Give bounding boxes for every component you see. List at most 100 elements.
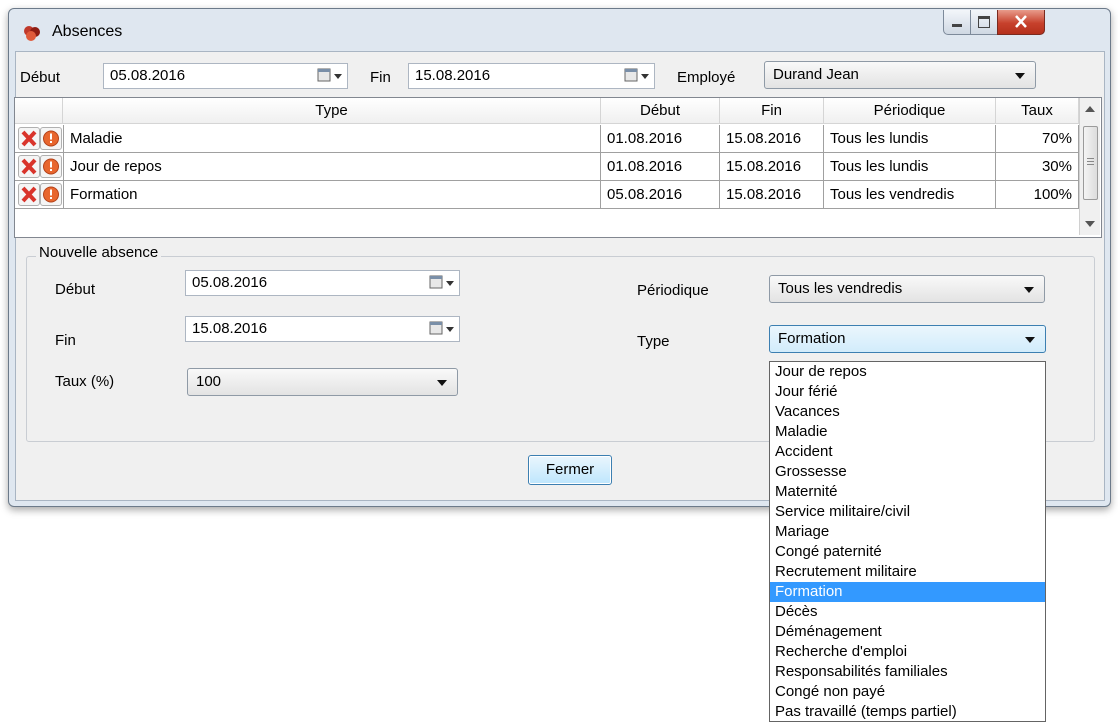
type-label: Type [637, 333, 670, 350]
dropdown-option[interactable]: Congé paternité [770, 542, 1045, 562]
employe-select[interactable]: Durand Jean [764, 61, 1036, 89]
scroll-up-icon[interactable] [1085, 106, 1095, 112]
periodique-select[interactable]: Tous les vendredis [769, 275, 1045, 303]
cell-fin: 15.08.2016 [720, 125, 824, 152]
vertical-scrollbar[interactable] [1079, 98, 1100, 235]
dropdown-option[interactable]: Pas travaillé (temps partiel) [770, 702, 1045, 721]
dropdown-option[interactable]: Recrutement militaire [770, 562, 1045, 582]
filter-fin-date[interactable]: 15.08.2016 [408, 63, 655, 89]
warning-icon [43, 158, 59, 175]
calendar-dropdown-icon[interactable] [429, 321, 455, 337]
taux-label: Taux (%) [55, 373, 115, 390]
dropdown-option[interactable]: Décès [770, 602, 1045, 622]
grid-header-type[interactable]: Type [63, 98, 601, 124]
filter-debut-label: Début [20, 69, 61, 86]
table-row[interactable]: Formation 05.08.2016 15.08.2016 Tous les… [15, 181, 1079, 209]
cell-type: Maladie [63, 125, 601, 152]
cell-fin: 15.08.2016 [720, 153, 824, 180]
dropdown-option[interactable]: Grossesse [770, 462, 1045, 482]
close-icon [1015, 15, 1027, 28]
cell-debut: 01.08.2016 [601, 125, 720, 152]
delete-row-button[interactable] [18, 183, 40, 206]
dropdown-option[interactable]: Jour de repos [770, 362, 1045, 382]
grid-header-taux[interactable]: Taux [996, 98, 1079, 124]
cell-debut: 01.08.2016 [601, 153, 720, 180]
dropdown-option[interactable]: Vacances [770, 402, 1045, 422]
cell-taux: 30% [996, 153, 1079, 180]
dropdown-option[interactable]: Service militaire/civil [770, 502, 1045, 522]
minimize-button[interactable] [943, 10, 971, 35]
grid-header-actions [15, 98, 63, 124]
calendar-dropdown-icon[interactable] [624, 68, 650, 84]
title-bar[interactable]: Absences [9, 9, 1110, 51]
info-row-button[interactable] [40, 183, 62, 206]
taux-value: 100 [196, 373, 222, 390]
chevron-down-icon [1025, 337, 1035, 343]
scroll-down-icon[interactable] [1085, 221, 1095, 227]
filter-employe-label: Employé [677, 69, 736, 86]
fin-date-value: 15.08.2016 [192, 320, 268, 337]
cell-type: Jour de repos [63, 153, 601, 180]
periodique-label: Périodique [637, 282, 709, 299]
debut-date-input[interactable]: 05.08.2016 [185, 270, 460, 296]
filter-fin-value: 15.08.2016 [415, 67, 491, 84]
dropdown-option[interactable]: Congé non payé [770, 682, 1045, 702]
grid-header-fin[interactable]: Fin [720, 98, 824, 124]
cell-taux: 100% [996, 181, 1079, 208]
filter-debut-date[interactable]: 05.08.2016 [103, 63, 348, 89]
fin-date-input[interactable]: 15.08.2016 [185, 316, 460, 342]
table-row[interactable]: Maladie 01.08.2016 15.08.2016 Tous les l… [15, 125, 1079, 153]
chevron-down-icon [1024, 287, 1034, 293]
delete-icon [21, 186, 37, 203]
cell-taux: 70% [996, 125, 1079, 152]
info-row-button[interactable] [40, 155, 62, 178]
debut-date-value: 05.08.2016 [192, 274, 268, 291]
fermer-button[interactable]: Fermer [528, 455, 612, 485]
grip-icon [1087, 158, 1094, 159]
periodique-value: Tous les vendredis [778, 280, 903, 297]
chevron-down-icon [437, 380, 447, 386]
dropdown-option[interactable]: Maladie [770, 422, 1045, 442]
close-button[interactable] [997, 10, 1045, 35]
type-select[interactable]: Formation [769, 325, 1046, 353]
filter-debut-value: 05.08.2016 [110, 67, 186, 84]
dropdown-option[interactable]: Responsabilités familiales [770, 662, 1045, 682]
dropdown-option[interactable]: Accident [770, 442, 1045, 462]
warning-icon [43, 186, 59, 203]
absences-grid: Type Début Fin Périodique Taux Maladie 0… [14, 97, 1102, 238]
cell-debut: 05.08.2016 [601, 181, 720, 208]
dropdown-option[interactable]: Recherche d'emploi [770, 642, 1045, 662]
calendar-dropdown-icon[interactable] [429, 275, 455, 291]
cell-periodique: Tous les lundis [824, 125, 996, 152]
delete-row-button[interactable] [18, 155, 40, 178]
calendar-dropdown-icon[interactable] [317, 68, 343, 84]
minimize-icon [952, 24, 962, 27]
dropdown-option[interactable]: Maternité [770, 482, 1045, 502]
grid-header-periodique[interactable]: Périodique [824, 98, 996, 124]
dropdown-option[interactable]: Formation [770, 582, 1045, 602]
info-row-button[interactable] [40, 127, 62, 150]
window-title: Absences [52, 23, 123, 40]
app-icon [24, 26, 40, 41]
maximize-button[interactable] [970, 10, 998, 35]
cell-periodique: Tous les vendredis [824, 181, 996, 208]
grid-header-debut[interactable]: Début [601, 98, 720, 124]
warning-icon [43, 130, 59, 147]
cell-fin: 15.08.2016 [720, 181, 824, 208]
scroll-thumb[interactable] [1083, 126, 1098, 200]
delete-row-button[interactable] [18, 127, 40, 150]
delete-icon [21, 130, 37, 147]
group-legend: Nouvelle absence [36, 244, 162, 261]
type-dropdown-list[interactable]: Jour de repos Jour férié Vacances Maladie Ac… [769, 361, 1046, 722]
fin-label: Fin [55, 332, 76, 349]
table-row[interactable]: Jour de repos 01.08.2016 15.08.2016 Tous… [15, 153, 1079, 181]
dropdown-option[interactable]: Déménagement [770, 622, 1045, 642]
employe-value: Durand Jean [773, 66, 859, 83]
taux-select[interactable]: 100 [187, 368, 458, 396]
dropdown-option[interactable]: Jour férié [770, 382, 1045, 402]
type-value: Formation [778, 330, 846, 347]
debut-label: Début [55, 281, 96, 298]
cell-periodique: Tous les lundis [824, 153, 996, 180]
chevron-down-icon [1015, 73, 1025, 79]
dropdown-option[interactable]: Mariage [770, 522, 1045, 542]
